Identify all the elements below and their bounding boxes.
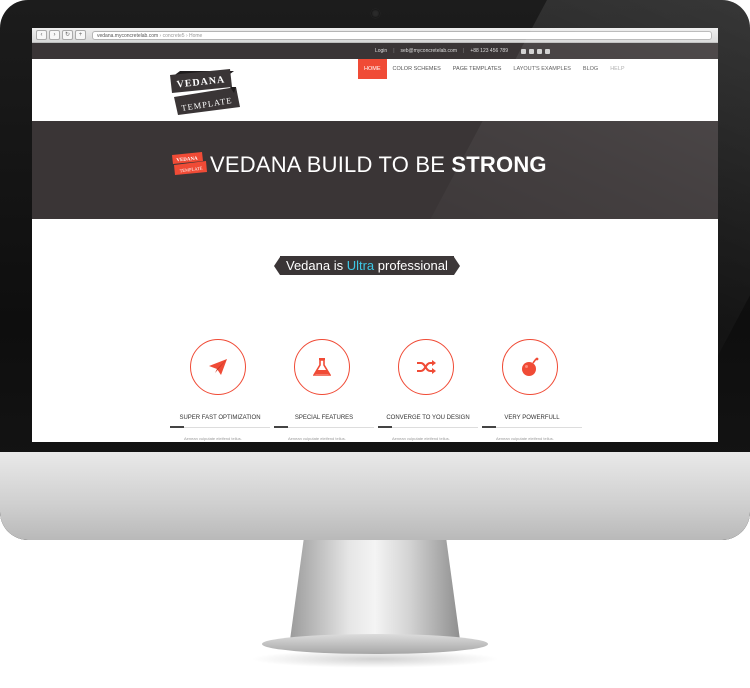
monitor-stand-base xyxy=(262,634,488,654)
vedana-logo[interactable]: VEDANA TEMPLATE xyxy=(170,67,240,115)
monitor-chin xyxy=(0,452,750,540)
nav-item-help[interactable]: HELP xyxy=(604,59,630,79)
hero-badge-logo: VEDANA TEMPLATE xyxy=(172,152,207,175)
feature-divider xyxy=(170,426,270,428)
feature-title: VERY POWERFULL xyxy=(504,415,560,421)
bomb-icon xyxy=(522,357,539,376)
feature-circle[interactable] xyxy=(294,339,350,395)
address-bar[interactable]: vedana.myconcretelab.com › concrete5 › H… xyxy=(92,30,712,40)
phone-number: +88 123 456 789 xyxy=(470,48,508,54)
browser-toolbar: ‹ › ↻ + vedana.myconcretelab.com › concr… xyxy=(32,28,718,43)
feature-title: SUPER FAST OPTIMIZATION xyxy=(179,415,261,421)
feature-circle[interactable] xyxy=(398,339,454,395)
feature-divider xyxy=(482,426,582,428)
feature-divider xyxy=(378,426,478,428)
url-text: vedana.myconcretelab.com xyxy=(97,32,159,39)
instagram-icon[interactable] xyxy=(537,48,542,54)
flask-icon xyxy=(313,358,331,376)
tagline-text: Vedana is Ultra professional xyxy=(280,256,454,275)
nav-item-color-schemes[interactable]: COLOR SCHEMES xyxy=(387,59,447,79)
site-header: VEDANA TEMPLATE HOME COLOR SCHEMES PAGE … xyxy=(32,59,718,121)
forward-icon[interactable]: › xyxy=(49,30,60,40)
nav-item-page-templates[interactable]: PAGE TEMPLATES xyxy=(447,59,508,79)
paper-plane-icon xyxy=(209,359,227,375)
imac-monitor: ‹ › ↻ + vedana.myconcretelab.com › concr… xyxy=(0,0,750,540)
topbar-separator: | xyxy=(463,48,465,54)
reload-icon[interactable]: ↻ xyxy=(62,30,73,40)
feature-circle[interactable] xyxy=(190,339,246,395)
browser-screen: ‹ › ↻ + vedana.myconcretelab.com › concr… xyxy=(32,28,718,442)
tagline-before: Vedana is xyxy=(286,258,347,273)
hero-title: VEDANA BUILD TO BE STRONG xyxy=(210,152,547,178)
monitor-stand xyxy=(290,540,460,640)
tagline-after: professional xyxy=(374,258,448,273)
add-tab-icon[interactable]: + xyxy=(75,30,86,40)
url-breadcrumb: › concrete5 › Home xyxy=(159,32,203,39)
hero-title-text: VEDANA BUILD TO BE xyxy=(210,152,452,177)
feature-divider xyxy=(274,426,374,428)
email-link[interactable]: seb@myconcretelab.com xyxy=(401,48,458,54)
feature-description: Aenean vulputate eleifend tellus. xyxy=(184,436,242,441)
tagline-highlight: Ultra xyxy=(346,258,375,273)
nav-item-blog[interactable]: BLOG xyxy=(577,59,604,79)
google-plus-icon[interactable] xyxy=(529,48,534,54)
shuffle-icon xyxy=(417,360,436,374)
nav-item-layouts-examples[interactable]: LAYOUT'S EXAMPLES xyxy=(507,59,577,79)
feature-description: Aenean vulputate eleifend tellus. xyxy=(288,436,346,441)
feature-description: Aenean vulputate eleifend tellus. xyxy=(496,436,554,441)
feature-description: Aenean vulputate eleifend tellus. xyxy=(392,436,450,441)
feature-circle[interactable] xyxy=(502,339,558,395)
hero-title-bold: STRONG xyxy=(451,152,547,177)
hero-banner: VEDANA TEMPLATE VEDANA BUILD TO BE STRON… xyxy=(32,121,718,219)
topbar-separator: | xyxy=(393,48,395,54)
feature-title: SPECIAL FEATURES xyxy=(294,415,354,421)
nav-item-home[interactable]: HOME xyxy=(358,59,387,79)
camera-icon xyxy=(371,9,380,18)
main-navigation: HOME COLOR SCHEMES PAGE TEMPLATES LAYOUT… xyxy=(358,59,631,79)
feature-title: CONVERGE TO YOU DESIGN xyxy=(386,415,470,421)
login-link[interactable]: Login xyxy=(375,48,387,54)
site-topbar: Login | seb@myconcretelab.com | +88 123 … xyxy=(32,43,718,59)
ribbon-right-tip xyxy=(453,256,460,275)
twitter-icon[interactable] xyxy=(545,48,550,54)
tagline-ribbon: Vedana is Ultra professional xyxy=(274,256,460,275)
back-icon[interactable]: ‹ xyxy=(36,30,47,40)
facebook-icon[interactable] xyxy=(521,48,526,54)
